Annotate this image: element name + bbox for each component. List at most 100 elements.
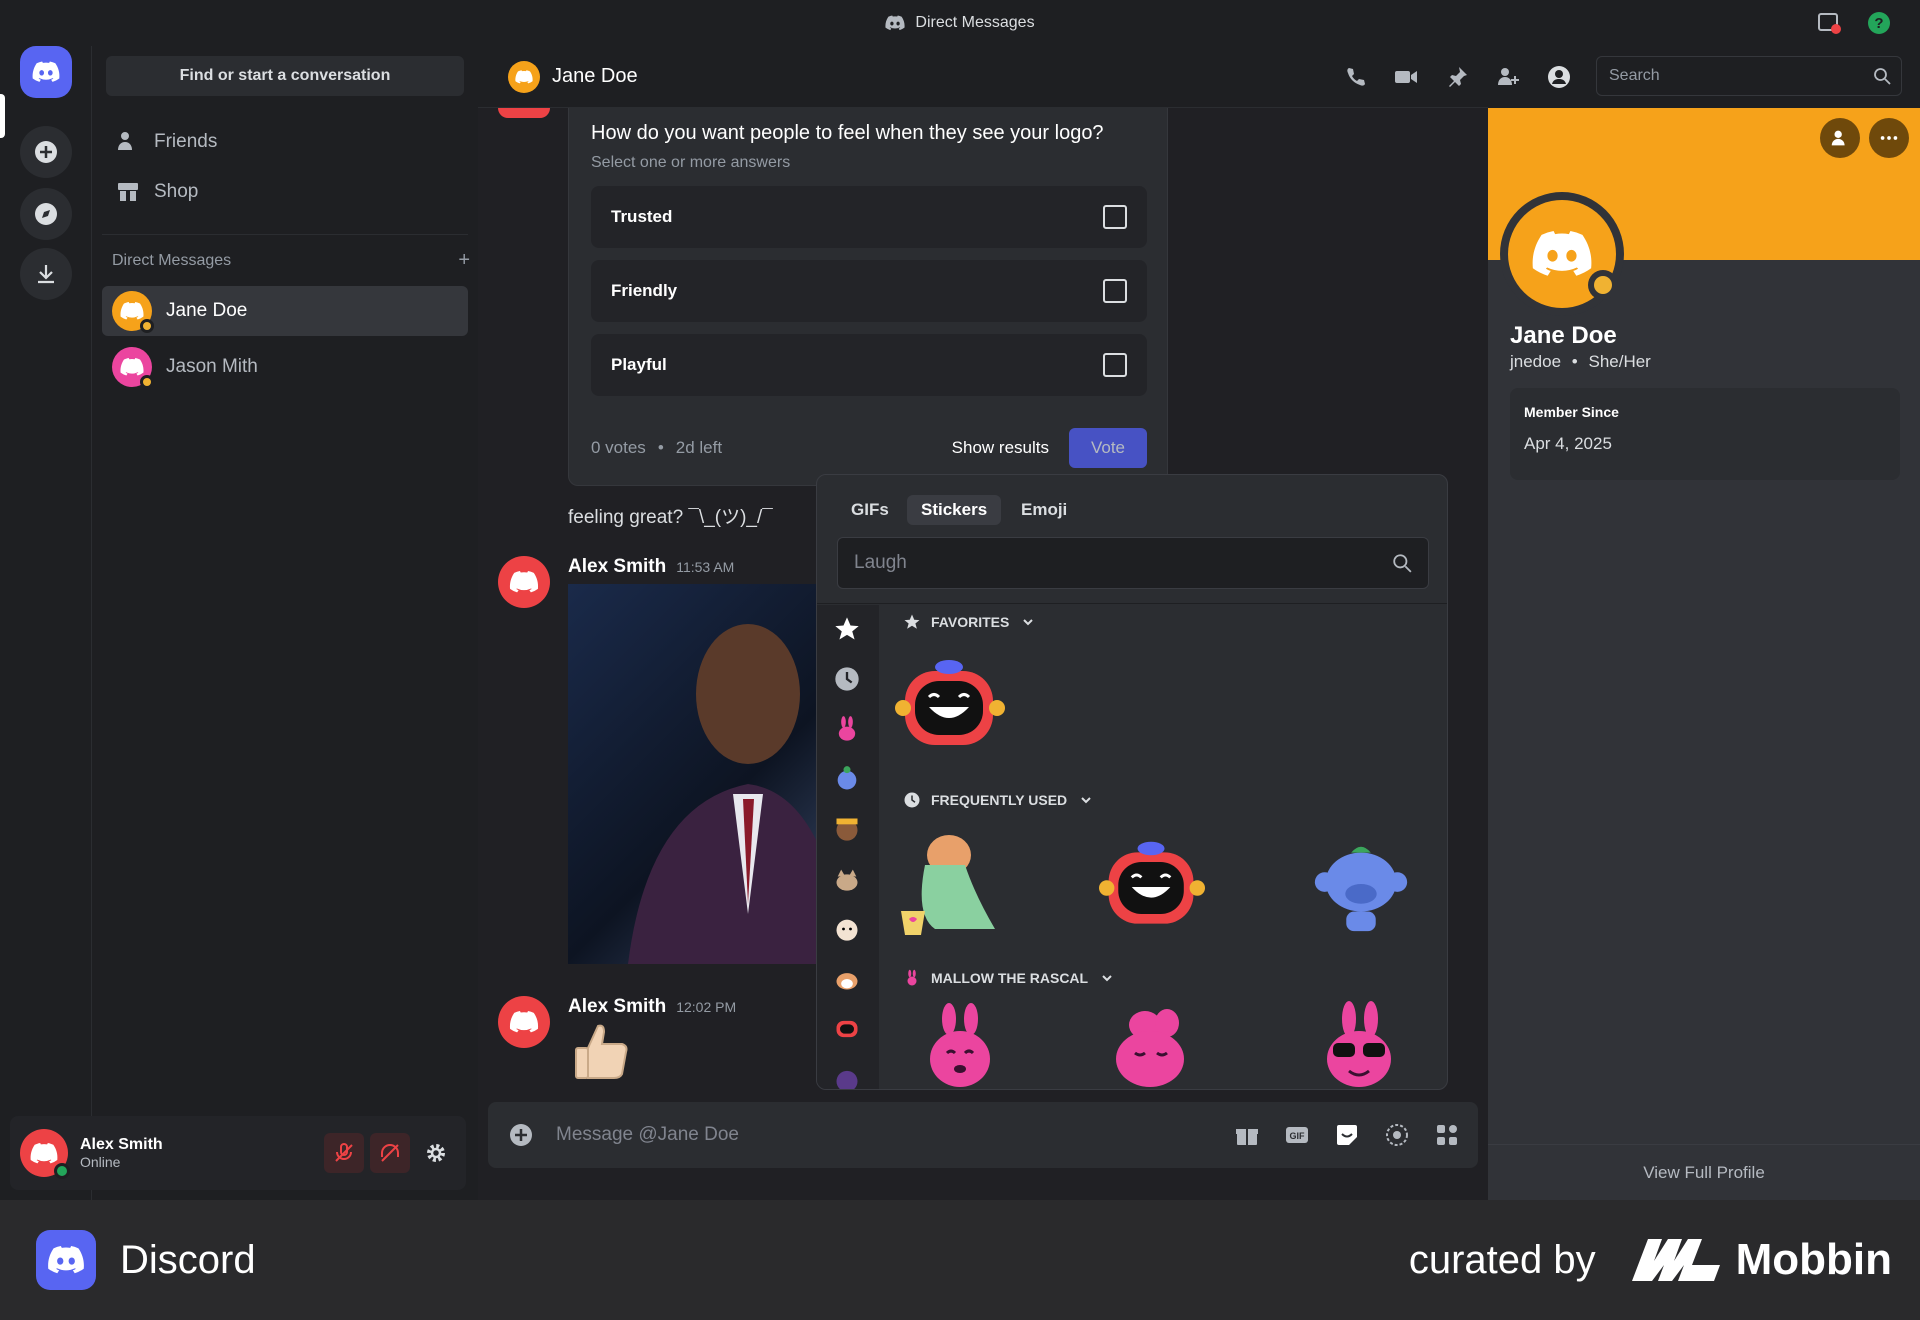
pack-category[interactable] xyxy=(831,963,863,995)
recent-category[interactable] xyxy=(831,663,863,695)
pack-category[interactable] xyxy=(831,913,863,945)
message-author[interactable]: Alex Smith xyxy=(568,556,666,578)
poll-option[interactable]: Playful xyxy=(591,334,1147,396)
download-button[interactable] xyxy=(20,248,72,300)
download-icon xyxy=(38,265,54,284)
section-label: FAVORITES xyxy=(931,614,1010,630)
vote-button[interactable]: Vote xyxy=(1069,428,1147,468)
avatar[interactable] xyxy=(498,996,550,1048)
discord-icon xyxy=(1532,231,1592,276)
section-label: MALLOW THE RASCAL xyxy=(931,970,1089,986)
pack-category[interactable] xyxy=(831,713,863,745)
add-attachment-icon[interactable] xyxy=(508,1122,534,1148)
wumpus-tv-laugh-sticker[interactable] xyxy=(895,653,1005,763)
shiba-pack-icon xyxy=(836,973,858,990)
sticker-search-input[interactable]: Laugh xyxy=(837,537,1429,589)
section-label: FREQUENTLY USED xyxy=(931,792,1068,808)
discord-icon xyxy=(885,15,906,31)
sounds-pack-icon xyxy=(836,818,858,841)
mallow-sunglasses-sticker[interactable] xyxy=(1313,1001,1405,1090)
add-friends-icon[interactable] xyxy=(1495,64,1521,90)
tab-stickers[interactable]: Stickers xyxy=(907,495,1002,525)
bird-blanket-sticker[interactable] xyxy=(895,825,1013,943)
show-results-button[interactable]: Show results xyxy=(952,438,1049,458)
nav-shop[interactable]: Shop xyxy=(102,170,468,214)
avatar xyxy=(498,108,550,118)
server-rail xyxy=(0,46,92,1200)
section-mallow-the-rascal[interactable]: MALLOW THE RASCAL xyxy=(903,969,1114,987)
user-profile-icon[interactable] xyxy=(1546,64,1572,90)
chevron-down-icon xyxy=(1081,797,1091,804)
nav-friends[interactable]: Friends xyxy=(102,120,468,164)
clock-icon xyxy=(904,792,920,808)
idle-status-icon xyxy=(140,375,154,389)
avatar[interactable] xyxy=(20,1129,70,1179)
mallow-happy-sticker[interactable] xyxy=(915,1003,1005,1090)
tab-emoji[interactable]: Emoji xyxy=(1007,495,1081,525)
gif-icon[interactable]: GIF xyxy=(1284,1122,1310,1148)
search-input[interactable]: Search xyxy=(1596,56,1902,96)
blue-pack-icon xyxy=(837,766,857,790)
pin-icon[interactable] xyxy=(1444,64,1470,90)
checkbox[interactable] xyxy=(1103,205,1127,229)
create-dm-plus-icon[interactable]: + xyxy=(458,250,470,270)
favorites-category[interactable] xyxy=(831,613,863,645)
help-icon[interactable]: ? xyxy=(1866,10,1892,36)
pack-category[interactable] xyxy=(831,813,863,845)
gif-image[interactable] xyxy=(568,584,816,964)
section-favorites[interactable]: FAVORITES xyxy=(903,613,1035,631)
avatar[interactable] xyxy=(498,556,550,608)
pack-category[interactable] xyxy=(831,863,863,895)
dm-name: Jane Doe xyxy=(166,300,248,321)
pack-category[interactable] xyxy=(831,1013,863,1045)
compass-icon xyxy=(35,203,57,225)
checkbox[interactable] xyxy=(1103,279,1127,303)
add-friend-button[interactable] xyxy=(1820,118,1860,158)
pack-category[interactable] xyxy=(831,1063,863,1089)
add-server-button[interactable] xyxy=(20,126,72,178)
profile-avatar[interactable] xyxy=(1500,192,1624,316)
message-time: 12:02 PM xyxy=(676,999,737,1015)
wumpus-tv-laugh-sticker[interactable] xyxy=(1099,835,1205,941)
dm-item-jason-mith[interactable]: Jason Mith xyxy=(102,342,468,392)
checkbox[interactable] xyxy=(1103,353,1127,377)
discover-button[interactable] xyxy=(20,188,72,240)
gift-icon[interactable] xyxy=(1234,1122,1260,1148)
poll-footer: 0 votes • 2d left Show results Vote xyxy=(591,428,1147,468)
poll-option[interactable]: Friendly xyxy=(591,260,1147,322)
poll-option-label: Friendly xyxy=(611,281,678,300)
mute-button[interactable] xyxy=(324,1133,364,1173)
blue-creature-sticker[interactable] xyxy=(1307,833,1415,941)
sticker-icon[interactable] xyxy=(1334,1122,1360,1148)
deafen-button[interactable] xyxy=(370,1133,410,1173)
member-since-label: Member Since xyxy=(1524,404,1619,420)
cat-pack-icon xyxy=(836,869,858,891)
view-full-profile-button[interactable]: View Full Profile xyxy=(1488,1144,1920,1200)
poll-option[interactable]: Trusted xyxy=(591,186,1147,248)
emoji-icon[interactable] xyxy=(1384,1122,1410,1148)
poll-question: How do you want people to feel when they… xyxy=(591,122,1104,144)
settings-button[interactable] xyxy=(416,1133,456,1173)
sticker-category-rail xyxy=(817,605,879,1089)
apps-icon[interactable] xyxy=(1434,1122,1460,1148)
section-frequently-used[interactable]: FREQUENTLY USED xyxy=(903,791,1093,809)
sticker-picker: GIFs Stickers Emoji Laugh FAVORITES FREQ… xyxy=(816,474,1448,1090)
pack-category[interactable] xyxy=(831,763,863,795)
discord-logo-icon xyxy=(36,1230,96,1290)
more-options-button[interactable] xyxy=(1869,118,1909,158)
message-composer[interactable]: Message @Jane Doe GIF xyxy=(488,1102,1478,1168)
dm-header: Direct Messages + xyxy=(112,250,470,270)
shop-icon xyxy=(118,183,138,201)
dm-item-jane-doe[interactable]: Jane Doe xyxy=(102,286,468,336)
call-icon[interactable] xyxy=(1343,64,1369,90)
message-author[interactable]: Alex Smith xyxy=(568,996,666,1018)
video-icon[interactable] xyxy=(1393,64,1419,90)
svg-text:?: ? xyxy=(1874,15,1883,32)
find-conversation-button[interactable]: Find or start a conversation xyxy=(106,56,464,96)
separator-dot: • xyxy=(1571,352,1578,371)
home-button[interactable] xyxy=(20,46,72,98)
inbox-icon[interactable] xyxy=(1816,10,1842,36)
mallow-sleepy-sticker[interactable] xyxy=(1105,1005,1195,1090)
message-input[interactable]: Message @Jane Doe xyxy=(556,1124,1234,1146)
tab-gifs[interactable]: GIFs xyxy=(837,495,903,525)
